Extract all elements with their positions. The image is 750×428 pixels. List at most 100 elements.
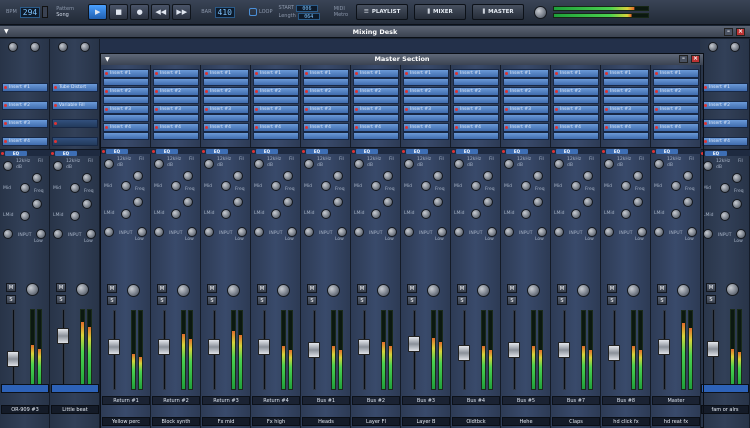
playlist-button[interactable]: ☰ PLAYLIST [356,4,409,20]
insert-slot-bar[interactable] [253,132,299,140]
mid-freq-knob[interactable] [621,181,631,191]
solo-button[interactable]: S [457,296,467,305]
insert-slot[interactable]: Insert #3 [403,105,449,114]
insert-slot[interactable]: Insert #1 [2,83,48,92]
channel-name[interactable]: Bus #3 [402,396,450,405]
pan-knob[interactable] [127,284,140,297]
high-gain-knob[interactable] [554,159,564,169]
mid-freq-knob[interactable] [371,181,381,191]
send-knob[interactable] [58,42,68,52]
eq-led[interactable] [452,150,455,153]
insert-led[interactable] [505,108,508,111]
mid-gain-knob[interactable] [333,171,343,181]
low-knob[interactable] [437,227,447,237]
insert-slot-bar[interactable] [403,132,449,140]
insert-led[interactable] [255,126,258,129]
solo-button[interactable]: S [257,296,267,305]
insert-slot[interactable]: Insert #4 [353,123,399,132]
insert-slot[interactable]: Insert #2 [2,101,48,110]
eq-led[interactable] [502,150,505,153]
eq-led[interactable] [152,150,155,153]
mid-gain-knob[interactable] [133,171,143,181]
eq-button[interactable]: EQ [306,149,328,154]
insert-slot[interactable]: Insert #3 [353,105,399,114]
lmid-gain-knob[interactable] [133,197,143,207]
mute-button[interactable]: M [6,283,16,292]
insert-slot-bar[interactable] [353,78,399,86]
channel-instrument[interactable]: Oldtbck [452,417,500,426]
input-knob[interactable] [254,227,264,237]
insert-led[interactable] [305,126,308,129]
insert-slot-bar[interactable] [203,78,249,86]
insert-slot[interactable]: Insert #4 [603,123,649,132]
lmid-gain-knob[interactable] [583,197,593,207]
insert-slot[interactable]: Insert #1 [303,69,349,78]
channel-instrument[interactable]: Layer FI [352,417,400,426]
insert-led[interactable] [305,72,308,75]
channel-name[interactable]: Bus #4 [452,396,500,405]
lmid-freq-knob[interactable] [421,209,431,219]
insert-slot[interactable]: Insert #1 [553,69,599,78]
song-toggle[interactable]: Song [56,12,74,18]
insert-slot[interactable]: Insert #2 [603,87,649,96]
mid-freq-knob[interactable] [70,183,80,193]
insert-slot[interactable]: Insert #2 [403,87,449,96]
input-knob[interactable] [204,227,214,237]
pan-knob[interactable] [627,284,640,297]
insert-slot[interactable]: Insert #1 [702,83,748,92]
insert-slot[interactable]: Insert #2 [253,87,299,96]
high-gain-knob[interactable] [154,159,164,169]
mid-gain-knob[interactable] [433,171,443,181]
insert-slot[interactable]: Insert #1 [603,69,649,78]
insert-led[interactable] [155,126,158,129]
insert-led[interactable] [505,126,508,129]
length-value[interactable]: 064 [297,12,320,20]
mid-gain-knob[interactable] [583,171,593,181]
insert-led[interactable] [505,72,508,75]
solo-button[interactable]: S [657,296,667,305]
volume-fader[interactable] [508,342,520,358]
lmid-freq-knob[interactable] [521,209,531,219]
eq-button[interactable]: EQ [506,149,528,154]
insert-slot-bar[interactable] [453,96,499,104]
insert-slot[interactable]: Insert #4 [103,123,149,132]
mute-button[interactable]: M [706,283,716,292]
insert-led[interactable] [54,86,57,89]
insert-slot[interactable]: Insert #3 [303,105,349,114]
mute-button[interactable]: M [307,284,317,293]
insert-slot[interactable]: Insert #2 [203,87,249,96]
eq-button[interactable]: EQ [456,149,478,154]
mid-gain-knob[interactable] [633,171,643,181]
close-icon[interactable]: × [691,55,700,63]
channel-instrument[interactable]: OR-909 #3 [1,405,49,414]
insert-slot-bar[interactable] [453,132,499,140]
insert-slot-bar[interactable] [653,132,699,140]
mid-gain-knob[interactable] [383,171,393,181]
insert-slot-bar[interactable] [353,96,399,104]
insert-led[interactable] [405,108,408,111]
pan-knob[interactable] [527,284,540,297]
lmid-freq-knob[interactable] [121,209,131,219]
mid-freq-knob[interactable] [571,181,581,191]
eq-button[interactable]: EQ [55,151,77,156]
high-gain-knob[interactable] [53,161,63,171]
insert-led[interactable] [605,90,608,93]
lmid-freq-knob[interactable] [321,209,331,219]
bar-display[interactable]: 410 [214,6,235,18]
lmid-gain-knob[interactable] [433,197,443,207]
channel-instrument[interactable]: fam or alrs [701,405,749,414]
lmid-freq-knob[interactable] [171,209,181,219]
eq-button[interactable]: EQ [356,149,378,154]
channel-instrument[interactable]: Layer B [402,417,450,426]
insert-led[interactable] [255,90,258,93]
lmid-gain-knob[interactable] [32,199,42,209]
send-knob[interactable] [30,42,40,52]
mute-button[interactable]: M [107,284,117,293]
insert-led[interactable] [305,90,308,93]
eq-led[interactable] [252,150,255,153]
channel-routing[interactable] [1,384,49,393]
lmid-freq-knob[interactable] [671,209,681,219]
lmid-gain-knob[interactable] [683,197,693,207]
pan-knob[interactable] [277,284,290,297]
mid-gain-knob[interactable] [732,173,742,183]
